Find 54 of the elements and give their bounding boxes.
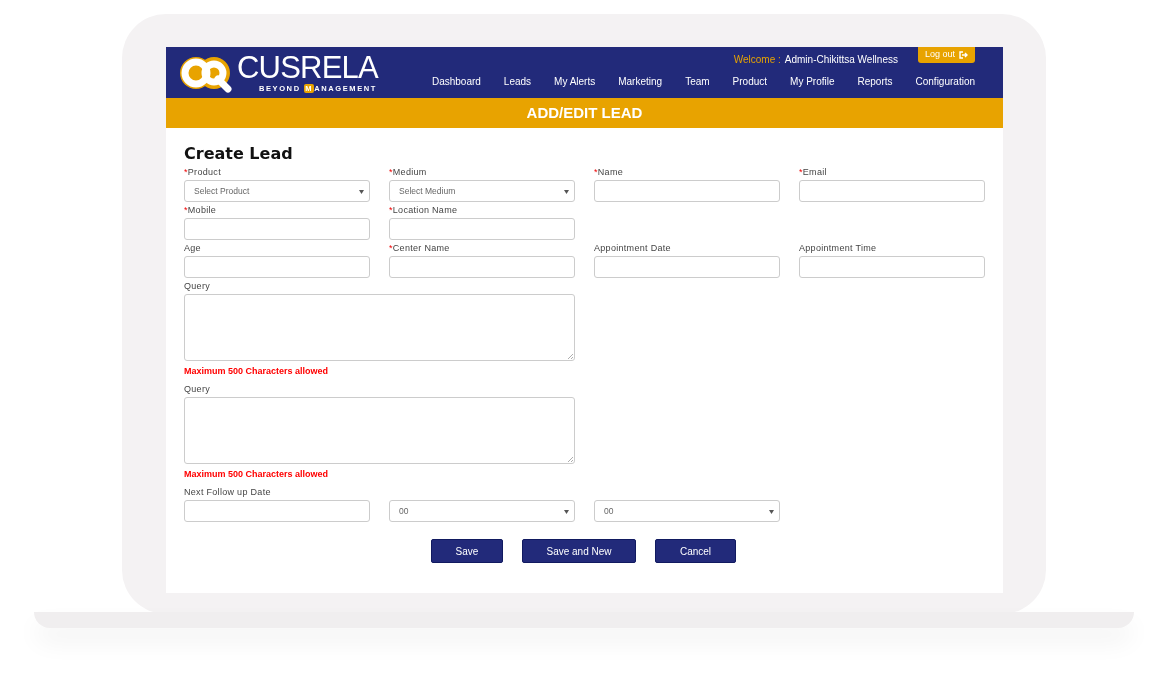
text-field[interactable] [184,218,370,240]
logo-wordmark: CUSRELA [236,52,378,84]
field-label: Appointment Date [594,244,672,252]
field-label: Age [184,244,202,252]
field-label: Appointment Time [799,244,878,252]
caret-icon [564,510,569,514]
text-area[interactable] [184,397,575,464]
form-title: Create Lead [184,143,294,164]
nav-link[interactable]: My Alerts [554,74,596,89]
text-field[interactable] [594,256,780,278]
resize-handle-icon[interactable] [567,456,573,462]
user-name: Admin-Chikittsa Wellness [784,53,898,67]
nav-link[interactable]: Configuration [915,74,975,89]
caret-icon [564,190,569,194]
form-button[interactable]: Save [431,539,503,563]
nav-link[interactable]: Marketing [618,74,663,89]
text-area[interactable] [184,294,575,361]
text-field[interactable] [389,218,575,240]
nav-link[interactable]: Leads [503,74,532,89]
field-label: *Email [799,168,828,176]
validation-message: Maximum 500 Characters allowed [184,470,330,479]
field-label: Next Follow up Date [184,488,272,496]
text-field[interactable] [799,256,985,278]
field-label: *Center Name [389,244,451,252]
field-label: *Medium [389,168,428,176]
nav-link[interactable]: Reports [857,74,893,89]
text-field[interactable] [184,500,370,522]
select-field[interactable]: Select Product [184,180,370,202]
field-label: Query [184,282,211,290]
nav-link[interactable]: Team [685,74,710,89]
form-button[interactable]: Cancel [655,539,736,563]
select-field[interactable]: 00 [389,500,575,522]
resize-handle-icon[interactable] [567,353,573,359]
page-title: ADD/EDIT LEAD [526,102,643,123]
field-label: *Mobile [184,206,218,214]
select-field[interactable]: 00 [594,500,780,522]
text-field[interactable] [389,256,575,278]
select-field[interactable]: Select Medium [389,180,575,202]
welcome-label: Welcome : [733,53,781,67]
field-label: *Name [594,168,625,176]
nav-link[interactable]: My Profile [790,74,835,89]
text-field[interactable] [799,180,985,202]
nav-link[interactable]: Product [732,74,768,89]
form-button[interactable]: Save and New [522,539,636,563]
field-label: *Product [184,168,222,176]
nav-link[interactable]: Dashboard [431,74,481,89]
field-label: Query [184,385,211,393]
caret-icon [769,510,774,514]
text-field[interactable] [594,180,780,202]
text-field[interactable] [184,256,370,278]
exit-icon [959,51,968,59]
validation-message: Maximum 500 Characters allowed [184,367,330,376]
caret-icon [359,190,364,194]
field-label: *Location Name [389,206,459,214]
